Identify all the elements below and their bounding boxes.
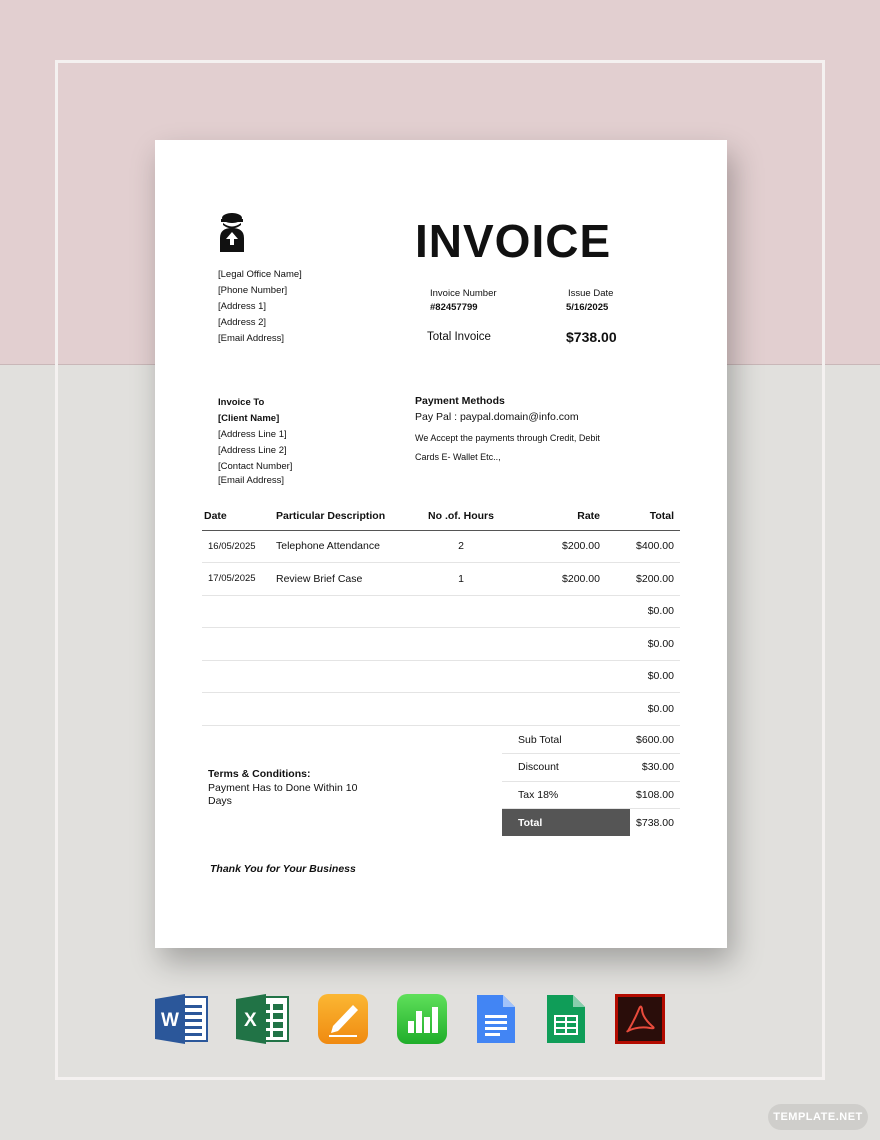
pages-icon[interactable] bbox=[317, 993, 369, 1045]
table-row: $0.00 bbox=[202, 595, 680, 628]
office-address-1: [Address 1] bbox=[218, 301, 267, 312]
row-date bbox=[202, 627, 276, 661]
office-name: [Legal Office Name] bbox=[218, 269, 302, 280]
table-row: $0.00 bbox=[202, 627, 680, 661]
row-date bbox=[202, 595, 276, 628]
payment-methods-block: Payment Methods Pay Pal : paypal.domain@… bbox=[415, 395, 625, 467]
row-total: $0.00 bbox=[600, 692, 680, 726]
row-rate: $200.00 bbox=[506, 562, 600, 596]
tax-label: Tax 18% bbox=[502, 781, 630, 809]
table-row: $0.00 bbox=[202, 692, 680, 726]
invoice-document: [Legal Office Name] [Phone Number] [Addr… bbox=[155, 140, 727, 948]
row-hours: 1 bbox=[416, 562, 506, 596]
row-date bbox=[202, 660, 276, 693]
payment-methods-title: Payment Methods bbox=[415, 395, 505, 407]
office-email: [Email Address] bbox=[218, 333, 284, 344]
row-description bbox=[276, 660, 416, 693]
discount-row: Discount $30.00 bbox=[502, 753, 680, 782]
header-total: Total bbox=[600, 502, 680, 531]
table-row: $0.00 bbox=[202, 660, 680, 693]
row-description bbox=[276, 627, 416, 661]
header-rate: Rate bbox=[506, 502, 600, 531]
tax-value: $108.00 bbox=[630, 781, 680, 809]
grand-total-label: Total bbox=[502, 808, 630, 836]
table-row: 16/05/2025 Telephone Attendance 2 $200.0… bbox=[202, 530, 680, 563]
row-hours bbox=[416, 660, 506, 693]
header-hours: No .of. Hours bbox=[416, 502, 506, 531]
paypal-line: Pay Pal : paypal.domain@info.com bbox=[415, 411, 579, 423]
row-rate: $200.00 bbox=[506, 530, 600, 563]
row-rate bbox=[506, 660, 600, 693]
svg-text:X: X bbox=[244, 1010, 257, 1031]
office-address-2: [Address 2] bbox=[218, 317, 267, 328]
total-invoice-value: $738.00 bbox=[566, 329, 617, 345]
terms-title: Terms & Conditions: bbox=[208, 768, 311, 780]
row-total: $200.00 bbox=[600, 562, 680, 596]
acrobat-icon[interactable] bbox=[614, 993, 666, 1045]
payment-description-line-2: Cards E- Wallet Etc.., bbox=[415, 452, 501, 462]
invoice-title: INVOICE bbox=[415, 215, 612, 267]
row-description bbox=[276, 595, 416, 628]
office-phone: [Phone Number] bbox=[218, 285, 288, 296]
grand-total-row: Total $738.00 bbox=[502, 808, 680, 836]
row-rate bbox=[506, 595, 600, 628]
row-description: Telephone Attendance bbox=[276, 530, 416, 563]
tax-row: Tax 18% $108.00 bbox=[502, 781, 680, 809]
template-net-badge[interactable]: TEMPLATE.NET bbox=[768, 1104, 868, 1130]
office-details: [Legal Office Name] [Phone Number] [Addr… bbox=[218, 267, 302, 347]
row-total: $0.00 bbox=[600, 627, 680, 661]
client-address-1: [Address Line 1] bbox=[218, 429, 287, 440]
header-description: Particular Description bbox=[276, 502, 416, 531]
client-address-2: [Address Line 2] bbox=[218, 445, 287, 456]
row-hours bbox=[416, 595, 506, 628]
word-icon[interactable]: W bbox=[155, 993, 208, 1045]
row-description bbox=[276, 692, 416, 726]
row-description: Review Brief Case bbox=[276, 562, 416, 596]
row-hours: 2 bbox=[416, 530, 506, 563]
lawyer-icon bbox=[217, 210, 251, 254]
row-date: 17/05/2025 bbox=[202, 562, 276, 596]
client-contact: [Contact Number] bbox=[218, 461, 293, 472]
issue-date-value: 5/16/2025 bbox=[566, 302, 609, 313]
bill-to-block: Invoice To [Client Name] [Address Line 1… bbox=[218, 395, 292, 487]
terms-block: Terms & Conditions: Payment Has to Done … bbox=[208, 768, 378, 808]
google-sheets-icon[interactable] bbox=[545, 993, 597, 1045]
payment-description: We Accept the payments through Credit, D… bbox=[415, 429, 625, 467]
table-row: 17/05/2025 Review Brief Case 1 $200.00 $… bbox=[202, 562, 680, 596]
subtotal-label: Sub Total bbox=[502, 726, 630, 754]
row-hours bbox=[416, 692, 506, 726]
bill-to-title: Invoice To bbox=[218, 397, 265, 408]
invoice-number-value: #82457799 bbox=[430, 302, 478, 313]
svg-text:W: W bbox=[161, 1010, 179, 1031]
row-total: $0.00 bbox=[600, 595, 680, 628]
excel-icon[interactable]: X bbox=[236, 993, 289, 1045]
header-date: Date bbox=[202, 502, 276, 531]
items-header-row: Date Particular Description No .of. Hour… bbox=[202, 502, 680, 531]
grand-total-value: $738.00 bbox=[636, 816, 674, 829]
row-total: $400.00 bbox=[600, 530, 680, 563]
row-date bbox=[202, 692, 276, 726]
terms-body: Payment Has to Done Within 10 Days bbox=[208, 782, 358, 807]
subtotal-value: $600.00 bbox=[630, 726, 680, 754]
numbers-icon[interactable] bbox=[396, 993, 448, 1045]
invoice-number-label: Invoice Number bbox=[430, 288, 497, 299]
subtotal-row: Sub Total $600.00 bbox=[502, 726, 680, 754]
summary-table: Sub Total $600.00 Discount $30.00 Tax 18… bbox=[502, 726, 680, 836]
row-total: $0.00 bbox=[600, 660, 680, 693]
google-docs-icon[interactable] bbox=[475, 993, 527, 1045]
payment-description-line-1: We Accept the payments through Credit, D… bbox=[415, 433, 600, 443]
row-rate bbox=[506, 627, 600, 661]
row-date: 16/05/2025 bbox=[202, 530, 276, 563]
discount-label: Discount bbox=[502, 753, 630, 782]
row-rate bbox=[506, 692, 600, 726]
discount-value: $30.00 bbox=[630, 753, 680, 782]
client-email: [Email Address] bbox=[218, 475, 284, 486]
issue-date-label: Issue Date bbox=[568, 288, 614, 299]
items-table: Date Particular Description No .of. Hour… bbox=[202, 502, 680, 726]
total-invoice-label: Total Invoice bbox=[427, 331, 491, 343]
client-name: [Client Name] bbox=[218, 413, 280, 424]
thank-you-note: Thank You for Your Business bbox=[210, 863, 356, 875]
row-hours bbox=[416, 627, 506, 661]
